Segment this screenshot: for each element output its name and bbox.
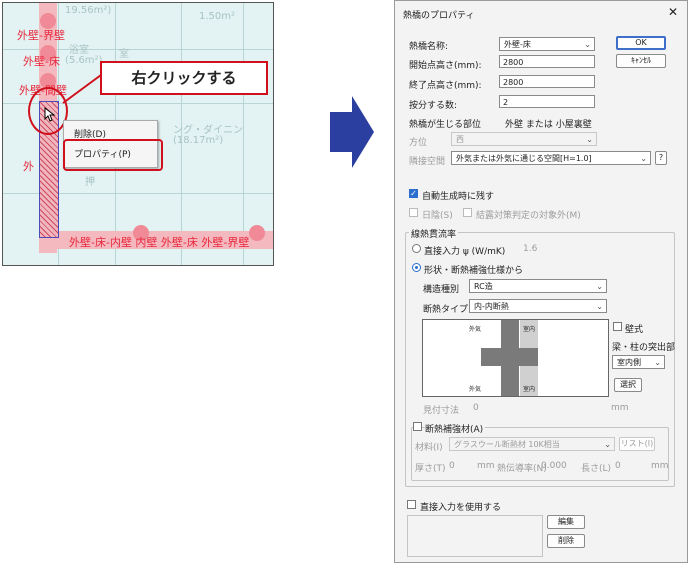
direct-input-value: 1.6	[523, 244, 538, 254]
wall-type-label: 壁式	[625, 325, 644, 335]
length-unit: mm	[651, 461, 669, 471]
chevron-down-icon: ⌄	[654, 358, 661, 367]
condensation-checkbox	[463, 208, 472, 217]
chevron-down-icon: ⌄	[640, 154, 647, 163]
beam-label: 梁・柱の突出部	[612, 343, 676, 353]
chevron-down-icon: ⌄	[596, 282, 603, 291]
cursor-icon	[44, 107, 56, 122]
wall-type-checkbox[interactable]	[613, 322, 622, 331]
use-direct-checkbox[interactable]	[407, 500, 416, 509]
ok-button[interactable]: OK	[616, 36, 666, 50]
shape-radio[interactable]	[412, 263, 421, 272]
beam-select[interactable]: 室内側 ⌄	[612, 355, 665, 369]
thickness-label: 厚さ(T)	[415, 464, 446, 474]
linear-group-title: 線熱貫流率	[409, 227, 459, 240]
part-label: 熱橋が生じる部位	[409, 120, 482, 130]
chevron-down-icon: ⌄	[584, 40, 591, 49]
split-label: 按分する数:	[409, 101, 458, 111]
name-label: 熱橋名称:	[409, 42, 449, 52]
end-height-input[interactable]: 2800	[499, 75, 595, 88]
visible-dim-value: 0	[473, 403, 479, 413]
thickness-value: 0	[449, 461, 455, 471]
chevron-down-icon: ⌄	[604, 440, 611, 449]
length-value: 0	[615, 461, 621, 471]
name-select[interactable]: 外壁-床 ⌄	[499, 37, 595, 51]
auto-label: 自動生成時に残す	[422, 192, 495, 202]
part-value: 外壁 または 小屋裏壁	[505, 120, 592, 130]
chevron-down-icon: ⌄	[586, 135, 593, 144]
insulation-select[interactable]: 内-内断熱 ⌄	[469, 299, 607, 313]
direct-input-box	[407, 515, 543, 557]
dialog-title: 熱橋のプロパティ	[403, 11, 475, 21]
cancel-button[interactable]: ｷｬﾝｾﾙ	[616, 54, 666, 68]
delete-button[interactable]: 削除	[547, 534, 585, 548]
start-height-input[interactable]: 2800	[499, 55, 595, 68]
callout-text: 右クリックする	[100, 61, 268, 95]
material-label: 材料(I)	[415, 443, 443, 453]
material-select: グラスウール断熱材 10K相当 ⌄	[449, 437, 615, 451]
conductivity-label: 熱伝導率(N)	[497, 464, 547, 474]
insulation-label: 断熱タイプ	[423, 305, 469, 315]
edit-button[interactable]: 編集	[547, 515, 585, 529]
help-button[interactable]: ?	[655, 151, 667, 165]
adjacent-label: 隣接空間	[409, 157, 446, 167]
diagram-label: 室内	[523, 386, 536, 393]
arrow-right-icon	[330, 96, 374, 168]
diagram-floor	[481, 348, 538, 366]
thickness-unit: mm	[477, 461, 495, 471]
diagram-label: 外気	[469, 386, 482, 393]
junction-diagram: 外気 室内 外気 室内	[422, 319, 609, 397]
auto-checkbox[interactable]: ✓	[409, 189, 418, 198]
structure-select[interactable]: RC造 ⌄	[469, 279, 607, 293]
direct-input-label: 直接入力 ψ (W/mK)	[424, 247, 506, 257]
direct-input-radio[interactable]	[412, 244, 421, 253]
direction-label: 方位	[409, 138, 428, 148]
visible-dim-unit: mm	[611, 403, 629, 413]
use-direct-label: 直接入力を使用する	[420, 503, 502, 513]
direction-select: 西 ⌄	[451, 132, 597, 146]
diagram-label: 外気	[469, 326, 482, 333]
conductivity-value: 0.000	[541, 461, 567, 471]
adjacent-select[interactable]: 外気または外気に通じる空間[H=1.0] ⌄	[451, 151, 651, 165]
reinforce-checkbox[interactable]	[413, 422, 422, 431]
reinforce-label: 断熱補強材(A)	[425, 422, 486, 435]
close-icon[interactable]: ✕	[668, 5, 678, 19]
highlight-box	[63, 139, 163, 171]
structure-label: 構造種別	[423, 285, 460, 295]
start-height-label: 開始点高さ(mm):	[409, 61, 482, 71]
floor-plan-screenshot: 19.56m²) 1.50m² 浴室 (5.6m²) ング・ダイニン (18.1…	[2, 2, 274, 266]
split-input[interactable]: 2	[499, 95, 595, 108]
condensation-label: 結露対策判定の対象外(M)	[476, 211, 581, 221]
list-button: リスト(I)	[619, 437, 655, 451]
chevron-down-icon: ⌄	[596, 302, 603, 311]
shade-checkbox	[409, 208, 418, 217]
shade-label: 日陰(S)	[422, 211, 453, 221]
length-label: 長さ(L)	[581, 464, 612, 474]
diagram-label: 室内	[523, 326, 536, 333]
end-height-label: 終了点高さ(mm):	[409, 81, 482, 91]
select-button[interactable]: 選択	[614, 378, 642, 392]
shape-label: 形状・断熱補強仕様から	[424, 266, 524, 276]
visible-dim-label: 見付寸法	[423, 406, 460, 416]
properties-dialog: 熱橋のプロパティ ✕ 熱橋名称: 外壁-床 ⌄ 開始点高さ(mm): 2800 終…	[394, 0, 688, 563]
